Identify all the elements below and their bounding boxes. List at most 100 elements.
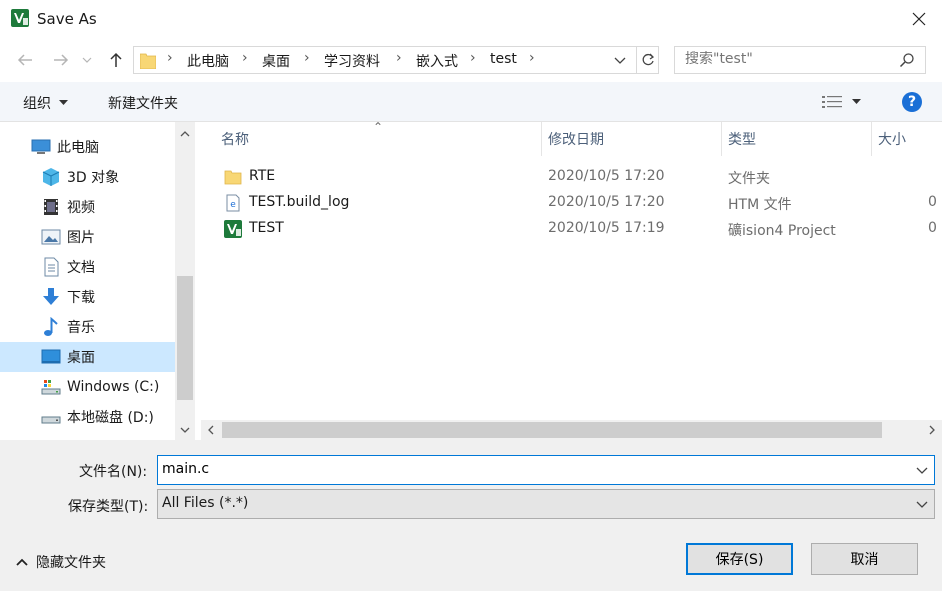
filename-input[interactable] [162,461,862,477]
sidebar-item-drive-c[interactable]: Windows (C:) [0,372,175,402]
up-arrow-icon [110,52,122,67]
chevron-down-icon[interactable] [914,462,930,478]
sidebar-item-label: Windows (C:) [67,379,160,395]
scroll-down-button[interactable] [175,420,195,440]
column-header-date[interactable]: 修改日期 [528,122,708,156]
svg-text:e: e [230,200,236,210]
refresh-button[interactable] [636,47,659,73]
sidebar-item-desktop[interactable]: 桌面 [0,342,175,372]
chevron-left-icon [208,425,214,435]
forward-arrow-icon [54,54,69,66]
computer-icon [31,139,51,154]
sidebar-item-drive-d[interactable]: 本地磁盘 (D:) [0,402,175,432]
filetype-label: 保存类型(T): [68,499,149,515]
breadcrumb-item[interactable]: 此电脑 [187,51,229,71]
uvision-app-icon [11,9,29,27]
organize-label: 组织 [23,96,51,112]
breadcrumb-separator: › [529,50,535,66]
navigation-bar: › 此电脑 › 桌面 › 学习资料 › 嵌入式 › test › [0,38,942,82]
forward-button[interactable] [49,49,73,71]
file-row[interactable]: RTE 2020/10/5 17:20 文件夹 [201,164,942,190]
sidebar-item-label: 文档 [67,260,95,276]
hide-folders-toggle[interactable]: 隐藏文件夹 [16,552,106,572]
html-file-icon: e [226,194,240,212]
sidebar-item-label: 视频 [67,200,95,216]
refresh-icon [642,53,655,66]
filename-combobox[interactable] [157,455,935,485]
sidebar-scrollbar[interactable] [175,122,195,440]
sidebar-item-label: 此电脑 [57,140,99,156]
filetype-value: All Files (*.*) [162,495,249,511]
chevron-right-icon [929,425,935,435]
close-icon [912,12,926,26]
scroll-right-button[interactable] [922,420,942,440]
column-header-type[interactable]: 类型 [708,122,858,156]
search-input[interactable] [685,51,885,67]
scroll-up-button[interactable] [175,124,195,144]
file-row[interactable]: e TEST.build_log 2020/10/5 17:20 HTM 文件 … [201,190,942,216]
sidebar-item-3d-objects[interactable]: 3D 对象 [0,162,175,192]
chevron-up-icon [16,558,28,566]
scroll-thumb[interactable] [177,276,193,400]
sidebar-item-this-pc[interactable]: 此电脑 [0,132,175,162]
chevron-down-icon [916,501,928,508]
uvision-icon [224,220,242,238]
folder-icon [224,170,242,185]
caret-down-icon [59,100,68,105]
sidebar-item-label: 下载 [67,290,95,306]
scroll-left-button[interactable] [201,420,221,440]
file-type: 礦ision4 Project [728,223,836,239]
breadcrumb-separator: › [304,50,310,66]
organize-button[interactable]: 组织 [23,93,68,113]
help-button[interactable]: ? [902,92,922,112]
column-header-name[interactable]: 名称 [201,122,541,156]
horizontal-scrollbar[interactable] [201,420,942,440]
breadcrumb-separator: › [396,50,402,66]
back-arrow-icon [17,54,32,66]
chevron-down-icon [180,427,190,433]
chevron-down-icon [82,57,92,63]
breadcrumb-item[interactable]: 桌面 [262,51,290,71]
up-button[interactable] [104,49,128,71]
breadcrumb-separator: › [167,50,173,66]
sidebar-item-documents[interactable]: 文档 [0,252,175,282]
file-list: ⌃ 名称 修改日期 类型 大小 RTE 2020/10/5 17:20 文件夹 … [201,122,942,440]
sidebar-item-label: 本地磁盘 (D:) [67,410,154,426]
sidebar-item-label: 图片 [67,230,95,246]
breadcrumb-item[interactable]: 嵌入式 [416,51,458,71]
chevron-up-icon [180,131,190,137]
scroll-thumb[interactable] [222,422,882,438]
file-row[interactable]: TEST 2020/10/5 17:19 礦ision4 Project 0 [201,216,942,242]
chevron-down-icon [614,57,626,64]
search-icon [899,53,914,68]
breadcrumb-separator: › [242,50,248,66]
search-box[interactable] [674,46,926,74]
save-options-panel: 文件名(N): 保存类型(T): All Files (*.*) 隐藏文件夹 保… [0,440,942,591]
address-bar[interactable]: › 此电脑 › 桌面 › 学习资料 › 嵌入式 › test › [133,46,659,74]
back-button[interactable] [13,49,37,71]
save-button[interactable]: 保存(S) [686,543,793,575]
sidebar-item-music[interactable]: 音乐 [0,312,175,342]
new-folder-button[interactable]: 新建文件夹 [108,93,178,113]
breadcrumb-item[interactable]: test [490,51,517,67]
file-date: 2020/10/5 17:20 [548,194,665,210]
sidebar-item-downloads[interactable]: 下载 [0,282,175,312]
file-name: TEST [249,220,284,236]
view-options-button[interactable] [822,92,866,112]
sidebar-item-videos[interactable]: 视频 [0,192,175,222]
address-dropdown-button[interactable] [613,50,633,70]
details-view-icon [822,96,842,108]
close-button[interactable] [896,0,942,38]
cancel-button[interactable]: 取消 [811,543,918,575]
file-date: 2020/10/5 17:20 [548,168,665,184]
folder-icon [140,53,156,69]
drive-icon [41,380,61,395]
sidebar-item-pictures[interactable]: 图片 [0,222,175,252]
column-header-size[interactable]: 大小 [858,122,942,156]
filetype-select[interactable]: All Files (*.*) [157,489,935,519]
file-date: 2020/10/5 17:19 [548,220,665,236]
navigation-pane: 此电脑 3D 对象 视频 图片 文档 下载 音乐 桌面 Windows (C:)… [0,122,195,440]
recent-locations-button[interactable] [80,49,94,71]
breadcrumb-item[interactable]: 学习资料 [324,51,380,71]
window-title: Save As [37,10,97,28]
